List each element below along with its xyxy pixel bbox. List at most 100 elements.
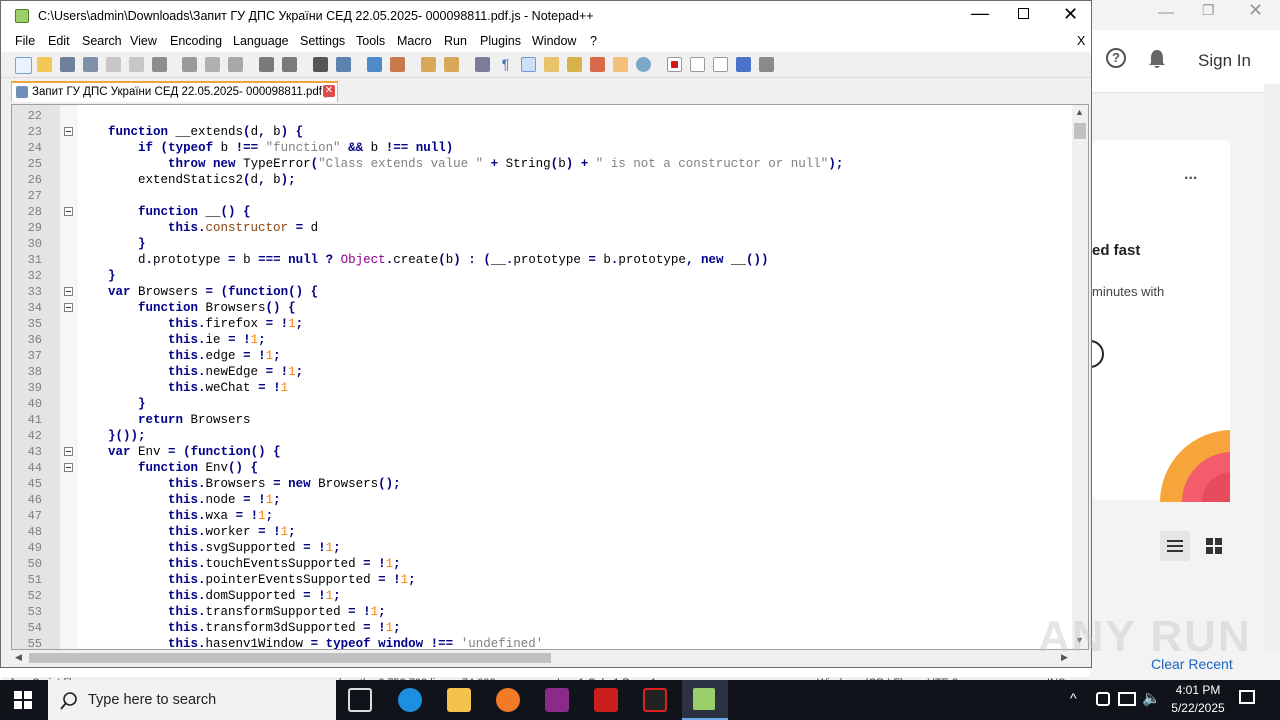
maximize-icon[interactable] [1018, 8, 1029, 19]
replace-icon[interactable] [336, 57, 351, 72]
function-list-icon[interactable] [590, 57, 605, 72]
windows-start-icon[interactable] [14, 691, 32, 714]
save-macro-icon[interactable] [759, 57, 774, 72]
code-line[interactable]: this.newEdge = !1; [78, 364, 303, 380]
defender-icon[interactable] [1096, 692, 1110, 706]
close-document-icon[interactable]: X [1077, 34, 1085, 48]
code-line[interactable]: this.node = !1; [78, 492, 281, 508]
restore-icon[interactable]: ❐ [1202, 2, 1215, 19]
menu-encoding[interactable]: Encoding [170, 34, 222, 48]
folder-workspace-icon[interactable] [613, 57, 628, 72]
scroll-up-icon[interactable]: ▲ [1075, 107, 1084, 117]
menu-macro[interactable]: Macro [397, 34, 432, 48]
code-line[interactable]: this.transform3dSupported = !1; [78, 620, 401, 636]
network-icon[interactable] [1118, 692, 1136, 706]
fold-toggle-icon[interactable] [64, 447, 73, 456]
code-line[interactable]: function __extends(d, b) { [78, 124, 303, 140]
clock-date[interactable]: 5/22/2025 [1163, 701, 1233, 715]
more-options-icon[interactable]: ... [1184, 166, 1197, 184]
vertical-scroll-thumb[interactable] [1074, 123, 1086, 139]
sign-in-link[interactable]: Sign In [1198, 51, 1251, 71]
fold-toggle-icon[interactable] [64, 303, 73, 312]
menu-edit[interactable]: Edit [48, 34, 70, 48]
play-macro-icon[interactable] [713, 57, 728, 72]
udl-icon[interactable] [544, 57, 559, 72]
file-explorer-icon[interactable] [447, 688, 471, 712]
code-line[interactable]: this.edge = !1; [78, 348, 281, 364]
taskbar-search-box[interactable]: Type here to search [48, 680, 336, 720]
zoom-in-icon[interactable] [367, 57, 382, 72]
code-line[interactable]: function Env() { [78, 460, 258, 476]
horizontal-scrollbar[interactable]: ◀ ▶ [11, 650, 1077, 666]
code-line[interactable]: extendStatics2(d, b); [78, 172, 296, 188]
fold-toggle-icon[interactable] [64, 463, 73, 472]
menu-tools[interactable]: Tools [356, 34, 385, 48]
menu-view[interactable]: View [130, 34, 157, 48]
cut-icon[interactable] [182, 57, 197, 72]
show-hidden-icons-icon[interactable]: ^ [1070, 690, 1077, 706]
monitoring-icon[interactable] [636, 57, 651, 72]
code-line[interactable]: this.Browsers = new Browsers(); [78, 476, 401, 492]
close-tab-icon[interactable]: ✕ [323, 85, 335, 97]
find-icon[interactable] [313, 57, 328, 72]
show-all-chars-icon[interactable]: ¶ [498, 57, 513, 72]
grid-view-icon[interactable] [1202, 534, 1226, 563]
code-line[interactable]: this.worker = !1; [78, 524, 296, 540]
zoom-out-icon[interactable] [390, 57, 405, 72]
print-icon[interactable] [152, 57, 167, 72]
code-line[interactable]: this.touchEventsSupported = !1; [78, 556, 401, 572]
fold-toggle-icon[interactable] [64, 207, 73, 216]
close-icon[interactable]: ✕ [1248, 0, 1263, 21]
word-wrap-icon[interactable] [475, 57, 490, 72]
close-file-icon[interactable] [106, 57, 121, 72]
code-line[interactable]: } [78, 396, 146, 412]
list-view-icon[interactable] [1160, 531, 1190, 561]
task-view-icon[interactable] [348, 688, 372, 712]
edge-browser-icon[interactable] [398, 688, 422, 712]
record-macro-icon[interactable] [667, 57, 682, 72]
code-line[interactable]: return Browsers [78, 412, 251, 428]
menu-file[interactable]: File [15, 34, 35, 48]
menu-search[interactable]: Search [82, 34, 122, 48]
code-line[interactable]: if (typeof b !== "function" && b !== nul… [78, 140, 453, 156]
paste-icon[interactable] [228, 57, 243, 72]
run-macro-multiple-icon[interactable] [736, 57, 751, 72]
volume-icon[interactable]: 🔈 [1142, 689, 1161, 707]
code-line[interactable]: this.transformSupported = !1; [78, 604, 386, 620]
acrobat-icon[interactable] [594, 688, 618, 712]
menu-window[interactable]: Window [532, 34, 576, 48]
menu-run[interactable]: Run [444, 34, 467, 48]
code-line[interactable]: this.pointerEventsSupported = !1; [78, 572, 416, 588]
menu-language[interactable]: Language [233, 34, 289, 48]
close-icon[interactable]: ✕ [1063, 4, 1078, 25]
open-file-icon[interactable] [37, 57, 52, 72]
code-line[interactable]: }()); [78, 428, 146, 444]
vertical-scrollbar[interactable]: ▲ ▼ [1072, 105, 1088, 649]
document-tab[interactable]: Запит ГУ ДПС України СЕД 22.05.2025- 000… [11, 81, 338, 102]
code-line[interactable]: this.svgSupported = !1; [78, 540, 341, 556]
scroll-left-icon[interactable]: ◀ [15, 652, 22, 663]
menu-help[interactable]: ? [590, 34, 597, 48]
minimize-icon[interactable]: — [971, 3, 989, 24]
code-line[interactable]: } [78, 268, 116, 284]
clock-time[interactable]: 4:01 PM [1168, 683, 1228, 697]
horizontal-scroll-thumb[interactable] [29, 653, 551, 663]
code-line[interactable]: this.domSupported = !1; [78, 588, 341, 604]
code-line[interactable]: this.hasenv1Window = typeof window !== '… [78, 636, 543, 649]
close-all-icon[interactable] [129, 57, 144, 72]
code-line[interactable]: this.firefox = !1; [78, 316, 303, 332]
code-editor[interactable]: 22 23 24 25 26 27 28 29 30 31 32 33 34 35 36 37 38 39 40 41… [11, 104, 1089, 651]
new-file-icon[interactable] [15, 57, 32, 74]
fold-margin[interactable] [60, 105, 78, 649]
menu-plugins[interactable]: Plugins [480, 34, 521, 48]
bell-icon[interactable] [1148, 49, 1166, 69]
undo-icon[interactable] [259, 57, 274, 72]
code-line[interactable]: } [78, 236, 146, 252]
code-line[interactable]: this.constructor = d [78, 220, 318, 236]
minimize-icon[interactable]: — [1158, 4, 1174, 22]
code-line[interactable]: throw new TypeError("Class extends value… [78, 156, 843, 172]
save-all-icon[interactable] [83, 57, 98, 72]
fold-toggle-icon[interactable] [64, 127, 73, 136]
background-scrollbar[interactable] [1264, 84, 1280, 654]
fold-toggle-icon[interactable] [64, 287, 73, 296]
